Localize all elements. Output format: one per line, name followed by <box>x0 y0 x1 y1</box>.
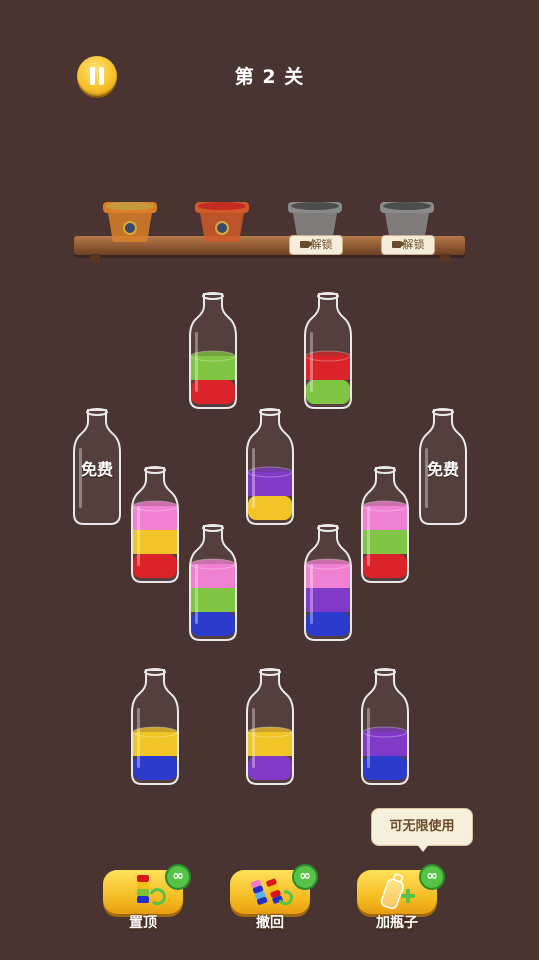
move-to-top-label: 置顶 <box>129 915 157 931</box>
add-bottle-button[interactable]: ∞ 加瓶子 <box>357 864 445 931</box>
bottle-glass <box>304 524 352 641</box>
bottle[interactable] <box>129 668 181 788</box>
video-icon <box>391 240 405 248</box>
move-to-top-button[interactable]: ∞ 置顶 <box>103 864 191 931</box>
unlimited-use-tooltip: 可无限使用 <box>371 808 473 846</box>
undo-label: 撤回 <box>256 915 284 931</box>
bottle-glass <box>131 668 179 785</box>
infinity-badge: ∞ <box>292 864 318 890</box>
shelf-leg <box>440 254 450 262</box>
flower-pot <box>194 198 250 244</box>
unlock-label: 解锁 <box>402 238 425 251</box>
bottle-glass <box>361 668 409 785</box>
bottle-glass <box>246 408 294 525</box>
unlock-label: 解锁 <box>310 238 333 251</box>
infinity-badge: ∞ <box>419 864 445 890</box>
flower-pot <box>102 198 158 244</box>
bottle-glass <box>131 466 179 583</box>
bottle[interactable] <box>244 668 296 788</box>
unlock-button[interactable]: 解锁 <box>289 235 343 255</box>
bottle[interactable] <box>129 466 181 586</box>
add-bottle-label: 加瓶子 <box>376 915 418 931</box>
shelf-leg <box>90 254 100 262</box>
bottle[interactable] <box>302 524 354 644</box>
pot-icon <box>195 202 249 242</box>
bottle[interactable] <box>187 292 239 412</box>
bottle[interactable] <box>187 524 239 644</box>
video-icon <box>299 240 313 248</box>
bottle[interactable]: 免费 <box>71 408 123 528</box>
bottle-glass <box>189 292 237 409</box>
level-title: 第 2 关 <box>234 66 305 88</box>
bottle-glass <box>246 668 294 785</box>
unlock-button[interactable]: 解锁 <box>381 235 435 255</box>
bottle[interactable] <box>302 292 354 412</box>
bottle[interactable] <box>359 466 411 586</box>
undo-button[interactable]: ∞ 撤回 <box>230 864 318 931</box>
tooltip-tail <box>416 843 430 852</box>
infinity-badge: ∞ <box>165 864 191 890</box>
pot-icon <box>103 202 157 242</box>
bottle-glass <box>189 524 237 641</box>
bottle[interactable] <box>359 668 411 788</box>
bottle[interactable]: 免费 <box>417 408 469 528</box>
flower-icon <box>123 221 137 235</box>
bottle-glass <box>304 292 352 409</box>
free-bottle-label: 免费 <box>80 460 113 479</box>
free-bottle-label: 免费 <box>426 460 459 479</box>
flower-icon <box>215 221 229 235</box>
bottle-glass <box>361 466 409 583</box>
bottle[interactable] <box>244 408 296 528</box>
